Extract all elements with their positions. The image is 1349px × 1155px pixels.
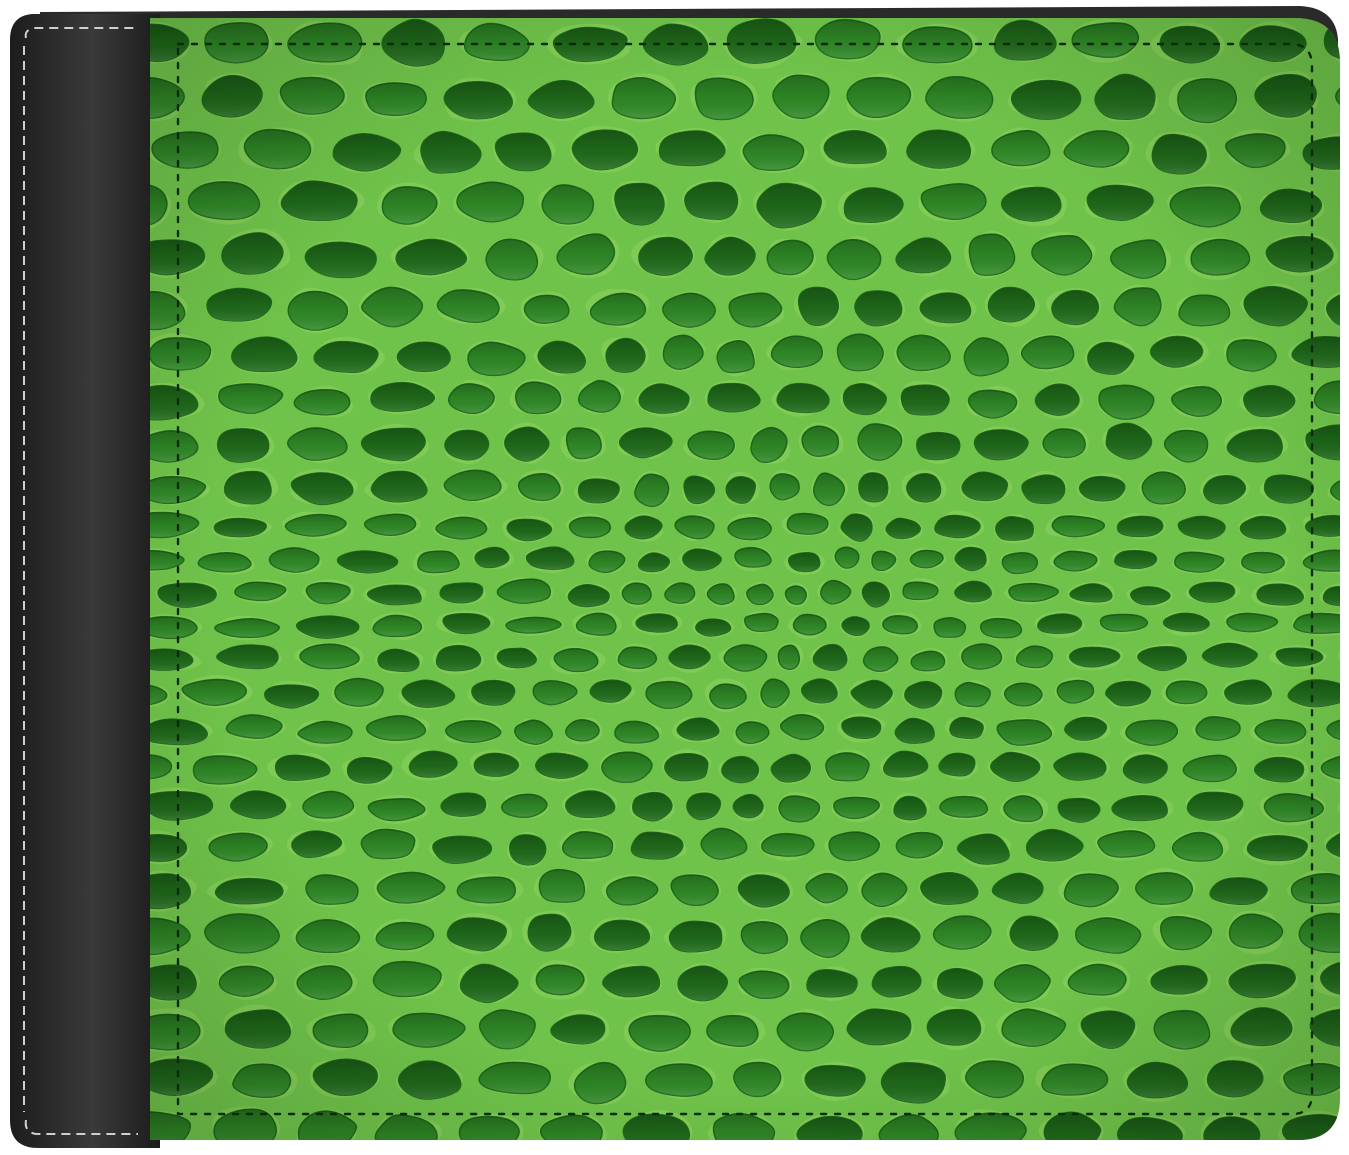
product-photo [0, 0, 1349, 1155]
scale-tile [1344, 795, 1349, 817]
wallet-spine [10, 14, 160, 1148]
wallet-image [10, 6, 1349, 1148]
wallet-cover [150, 18, 1349, 1140]
scale-tile [1342, 644, 1349, 665]
